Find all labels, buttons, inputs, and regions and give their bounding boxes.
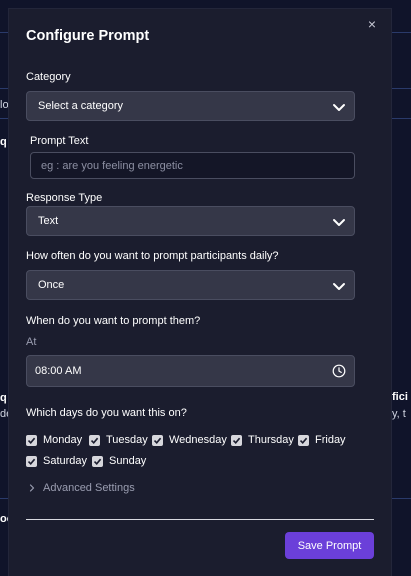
checkbox[interactable]	[26, 455, 37, 467]
frequency-select-value: Once	[38, 279, 65, 291]
checkbox[interactable]	[26, 434, 37, 446]
check-icon	[232, 437, 241, 444]
prompt-text-input[interactable]: eg : are you feeling energetic	[30, 152, 355, 179]
chevron-down-icon	[333, 219, 345, 226]
check-icon	[153, 437, 162, 444]
configure-prompt-modal: × Configure Prompt Category Select a cat…	[9, 9, 391, 576]
chevron-down-icon	[333, 104, 345, 111]
day-checkbox-monday[interactable]: Monday	[26, 433, 82, 447]
time-input-value: 08:00 AM	[35, 365, 82, 377]
day-label: Friday	[315, 434, 346, 446]
timing-label: When do you want to prompt them?	[26, 315, 201, 327]
prompt-text-label: Prompt Text	[30, 135, 89, 147]
checkbox[interactable]	[92, 455, 103, 467]
checkbox[interactable]	[152, 434, 163, 446]
day-checkbox-tuesday[interactable]: Tuesday	[89, 433, 148, 447]
chevron-right-icon	[29, 484, 35, 492]
category-select[interactable]: Select a category	[26, 91, 355, 121]
checkbox[interactable]	[89, 434, 100, 446]
day-checkbox-wednesday[interactable]: Wednesday	[152, 433, 227, 447]
close-icon[interactable]: ×	[365, 17, 379, 31]
checkbox[interactable]	[298, 434, 309, 446]
check-icon	[93, 458, 102, 465]
response-type-label: Response Type	[26, 192, 103, 204]
day-label: Monday	[43, 434, 83, 446]
at-label: At	[26, 336, 37, 348]
modal-title: Configure Prompt	[26, 28, 150, 44]
day-label: Saturday	[43, 455, 88, 467]
time-input[interactable]: 08:00 AM	[26, 355, 355, 387]
frequency-select[interactable]: Once	[26, 270, 355, 300]
day-checkbox-sunday[interactable]: Sunday	[92, 454, 146, 468]
frequency-label: How often do you want to prompt particip…	[26, 250, 279, 262]
day-label: Wednesday	[169, 434, 227, 446]
day-checkbox-thursday[interactable]: Thursday	[231, 433, 294, 447]
background-text: fici	[392, 391, 408, 403]
day-label: Tuesday	[106, 434, 148, 446]
background-text: y, t	[392, 408, 406, 420]
advanced-settings-toggle[interactable]: Advanced Settings	[27, 481, 135, 495]
day-checkbox-friday[interactable]: Friday	[298, 433, 346, 447]
background-text: q	[0, 136, 7, 148]
check-icon	[90, 437, 99, 444]
response-type-select-value: Text	[38, 215, 59, 227]
chevron-down-icon	[333, 283, 345, 290]
check-icon	[299, 437, 308, 444]
advanced-settings-label: Advanced Settings	[43, 482, 135, 494]
day-checkbox-saturday[interactable]: Saturday	[26, 454, 87, 468]
category-label: Category	[26, 71, 71, 83]
days-label: Which days do you want this on?	[26, 407, 187, 419]
check-icon	[27, 437, 36, 444]
day-label: Sunday	[109, 455, 147, 467]
footer-divider	[26, 519, 374, 520]
response-type-select[interactable]: Text	[26, 206, 355, 236]
category-select-value: Select a category	[38, 100, 123, 112]
background-text: q	[0, 392, 7, 404]
day-label: Thursday	[248, 434, 294, 446]
save-prompt-button[interactable]: Save Prompt	[285, 532, 374, 559]
prompt-text-placeholder: eg : are you feeling energetic	[41, 160, 183, 172]
clock-icon[interactable]	[332, 364, 346, 378]
checkbox[interactable]	[231, 434, 242, 446]
check-icon	[27, 458, 36, 465]
